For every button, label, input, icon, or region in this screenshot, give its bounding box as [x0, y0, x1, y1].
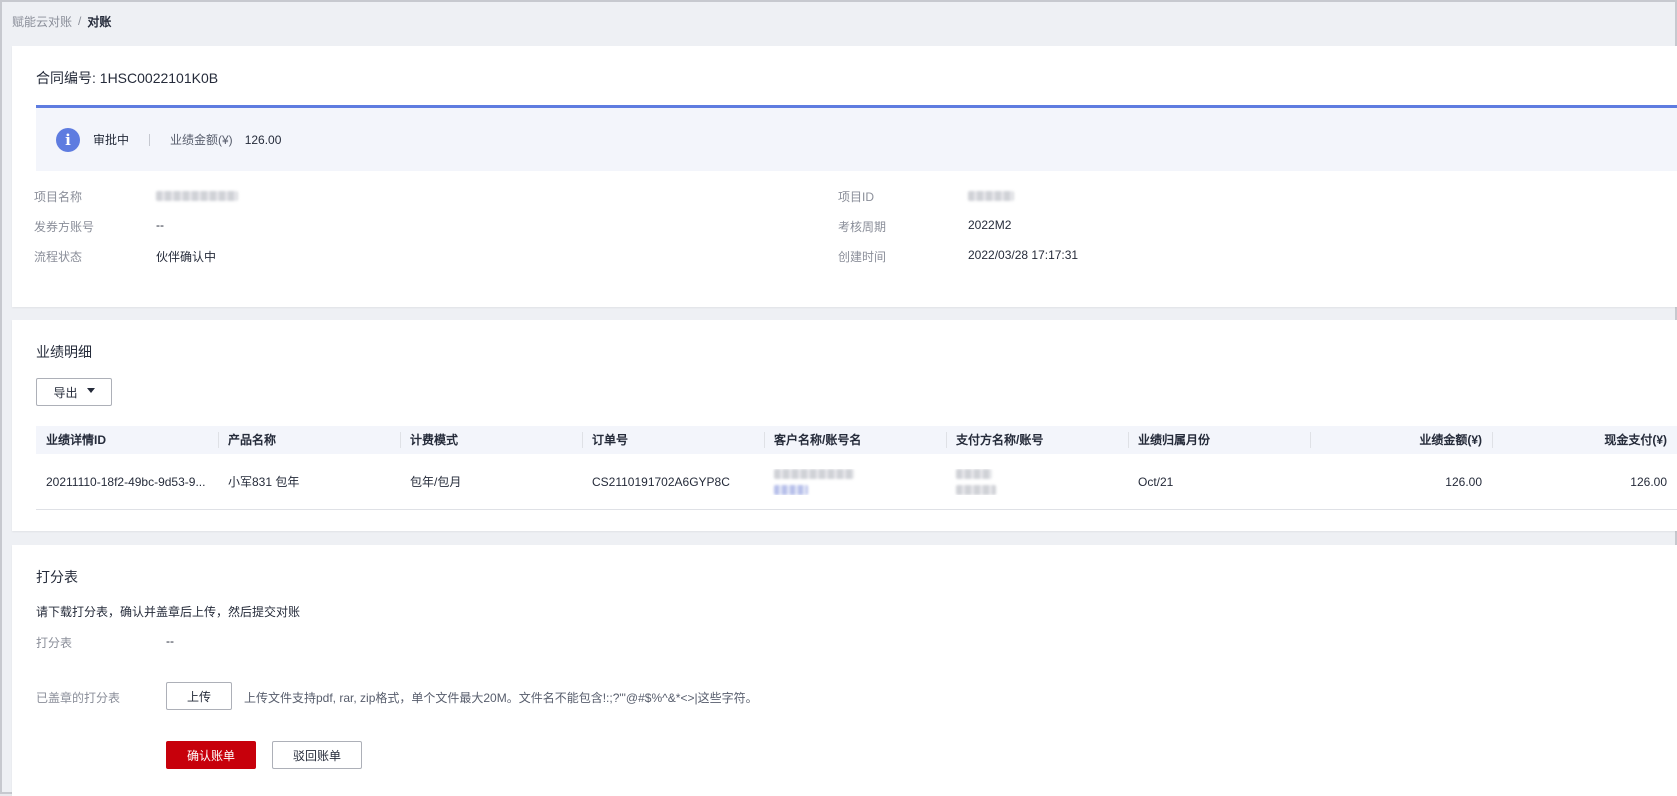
caret-down-icon	[86, 388, 95, 393]
created-time-value: 2022/03/28 17:17:31	[968, 248, 1079, 262]
process-status-label: 流程状态	[34, 250, 83, 264]
blurred-customer-name	[774, 468, 854, 479]
upload-button[interactable]: 上传	[166, 682, 232, 710]
column-header-customer[interactable]: 客户名称/账号名	[764, 426, 946, 454]
performance-table: 业绩详情ID 产品名称 计费模式 订单号 客户名称/账号名 支付方名称/账号 业…	[36, 426, 1677, 510]
scoresheet-card: 打分表 请下载打分表，确认并盖章后上传，然后提交对账 打分表 -- 已盖章的打分…	[12, 545, 1677, 796]
column-header-payer[interactable]: 支付方名称/账号	[946, 426, 1128, 454]
performance-amount-value: 126.00	[244, 132, 282, 147]
reject-bill-button[interactable]: 驳回账单	[272, 741, 362, 769]
process-status-value: 伙伴确认中	[156, 250, 217, 264]
breadcrumb-parent-link[interactable]: 赋能云对账	[12, 13, 72, 30]
assessment-period-value: 2022M2	[968, 218, 1012, 232]
performance-amount-label: 业绩金额(¥)	[170, 133, 233, 147]
issuer-account-label: 发券方账号	[34, 220, 95, 234]
breadcrumb-current: 对账	[87, 14, 112, 29]
contract-title: 合同编号: 1HSC0022101K0B	[36, 68, 218, 88]
cell-payer	[946, 468, 1128, 495]
created-time-label: 创建时间	[838, 250, 887, 264]
contract-number: 1HSC0022101K0B	[99, 70, 219, 86]
cell-customer	[764, 468, 946, 495]
cell-month: Oct/21	[1138, 474, 1174, 489]
export-dropdown-button[interactable]: 导出	[36, 378, 112, 406]
column-header-cash[interactable]: 现金支付(¥)	[1492, 426, 1677, 454]
column-header-month[interactable]: 业绩归属月份	[1128, 426, 1310, 454]
column-header-amount[interactable]: 业绩金额(¥)	[1310, 426, 1492, 454]
scoresheet-section-title: 打分表	[36, 569, 78, 585]
project-name-field: 项目名称	[34, 188, 238, 205]
scoresheet-field: 打分表 --	[36, 634, 174, 651]
blurred-payer-account	[956, 484, 996, 495]
column-header-id[interactable]: 业绩详情ID	[36, 426, 218, 454]
approval-status-text: 审批中	[93, 133, 130, 147]
breadcrumb: 赋能云对账 / 对账	[12, 12, 111, 30]
scoresheet-label: 打分表	[36, 636, 73, 650]
breadcrumb-separator: /	[78, 14, 82, 28]
cell-cash: 126.00	[1630, 474, 1667, 489]
approval-status-bar: i 审批中 业绩金额(¥) 126.00	[36, 105, 1677, 171]
blurred-payer-name	[956, 468, 992, 479]
issuer-account-value: --	[156, 218, 164, 232]
performance-card: 业绩明细 导出 业绩详情ID 产品名称 计费模式 订单号 客户名称/账号名 支付…	[12, 320, 1677, 531]
table-header: 业绩详情ID 产品名称 计费模式 订单号 客户名称/账号名 支付方名称/账号 业…	[36, 426, 1677, 454]
performance-section-title: 业绩明细	[36, 344, 92, 360]
issuer-account-field: 发券方账号 --	[34, 218, 164, 235]
created-time-field: 创建时间 2022/03/28 17:17:31	[838, 248, 1078, 265]
project-id-value	[968, 190, 1014, 204]
process-status-field: 流程状态 伙伴确认中	[34, 248, 216, 265]
contract-card: 合同编号: 1HSC0022101K0B i 审批中 业绩金额(¥) 126.0…	[12, 46, 1677, 307]
scoresheet-value: --	[166, 634, 174, 648]
project-name-label: 项目名称	[34, 190, 83, 204]
project-name-value	[156, 190, 238, 204]
upload-hint: 上传文件支持pdf, rar, zip格式，单个文件最大20M。文件名不能包含!…	[244, 691, 758, 705]
assessment-period-field: 考核周期 2022M2	[838, 218, 1011, 235]
confirm-bill-button[interactable]: 确认账单	[166, 741, 256, 769]
column-header-order[interactable]: 订单号	[582, 426, 764, 454]
project-id-field: 项目ID	[838, 188, 1014, 205]
cell-id: 20211110-18f2-49bc-9d53-9...	[46, 474, 206, 489]
contract-label: 合同编号:	[36, 70, 96, 86]
cell-order: CS2110191702A6GYP8C	[592, 474, 730, 489]
stamped-scoresheet-field: 已盖章的打分表	[36, 689, 120, 706]
column-header-product[interactable]: 产品名称	[218, 426, 400, 454]
info-icon: i	[56, 127, 80, 152]
project-id-label: 项目ID	[838, 190, 875, 204]
app-frame: 赋能云对账 / 对账 合同编号: 1HSC0022101K0B i 审批中 业绩…	[0, 0, 1677, 796]
cell-billing: 包年/包月	[410, 475, 462, 489]
cell-product: 小军831 包年	[228, 475, 300, 489]
divider	[149, 133, 151, 146]
assessment-period-label: 考核周期	[838, 220, 887, 234]
stamped-scoresheet-label: 已盖章的打分表	[36, 691, 121, 705]
blurred-customer-account	[774, 484, 808, 495]
scoresheet-instructions: 请下载打分表，确认并盖章后上传，然后提交对账	[36, 605, 301, 619]
cell-amount: 126.00	[1445, 474, 1482, 489]
export-button-label: 导出	[53, 385, 78, 400]
table-row: 20211110-18f2-49bc-9d53-9... 小军831 包年 包年…	[36, 454, 1677, 510]
column-header-billing[interactable]: 计费模式	[400, 426, 582, 454]
